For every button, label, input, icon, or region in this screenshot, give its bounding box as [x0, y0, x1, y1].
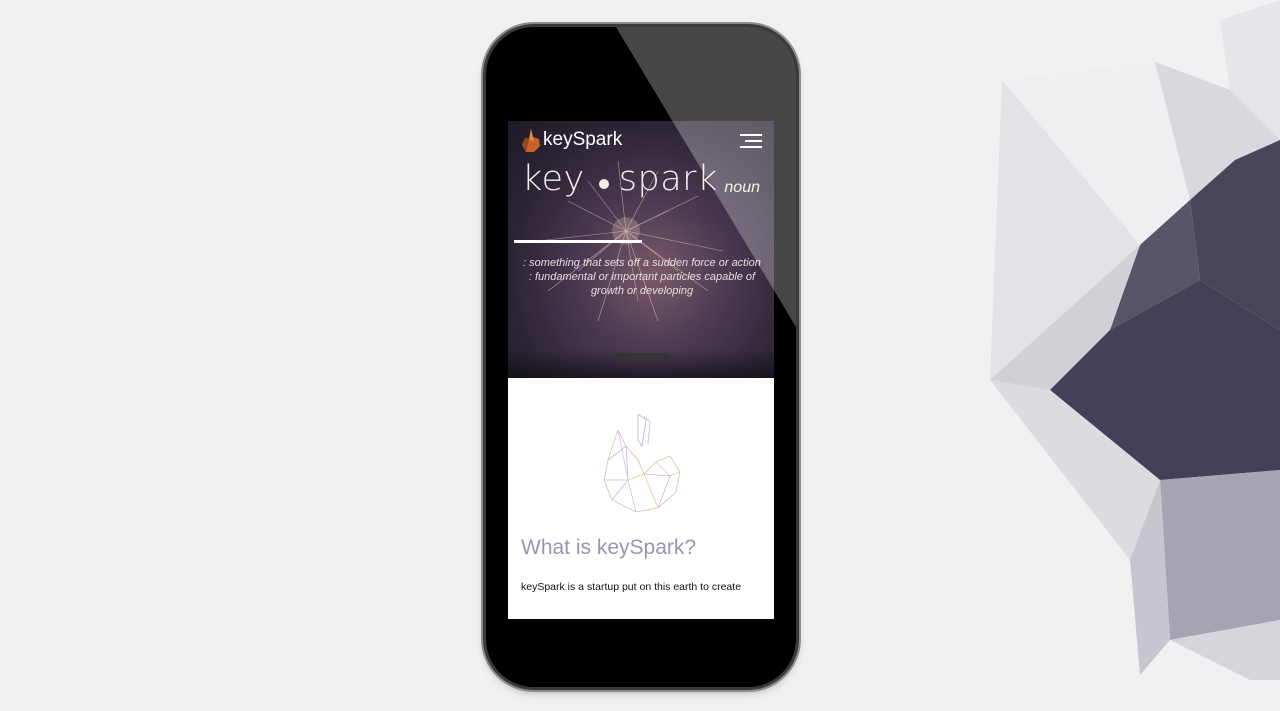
definitions: : something that sets off a sudden force…: [522, 256, 762, 298]
word-part-key: key: [522, 159, 585, 199]
flame-logo-icon: [522, 129, 540, 152]
word-part-spark: spark: [618, 159, 718, 199]
part-of-speech: noun: [724, 179, 760, 196]
hero-divider: [614, 353, 670, 359]
brand-name: keySpark: [543, 129, 623, 150]
dictionary-word: key spark: [522, 159, 718, 199]
phone-screen: keySpark key spark noun : something that …: [508, 121, 774, 619]
phone-mockup: keySpark key spark noun : something that …: [486, 27, 796, 687]
section-intro-text: keySpark is a startup put on this earth …: [521, 581, 742, 593]
section-heading: What is keySpark?: [521, 536, 697, 559]
brand-logo-link[interactable]: keySpark: [520, 127, 622, 153]
definition-line: growth or developing: [590, 285, 694, 297]
decorative-polygon-shape: [990, 0, 1280, 680]
syllable-dot: [598, 179, 609, 189]
about-section: What is keySpark? keySpark is a startup …: [508, 378, 774, 619]
word-underline: [514, 240, 642, 243]
definition-line: : something that sets off a sudden force…: [523, 257, 761, 269]
definition-line: : fundamental or important particles cap…: [528, 271, 756, 283]
hamburger-menu-icon[interactable]: [740, 134, 762, 150]
hero-banner: keySpark key spark noun : something that …: [508, 121, 774, 378]
polygon-flame-logo-icon: [603, 413, 681, 513]
